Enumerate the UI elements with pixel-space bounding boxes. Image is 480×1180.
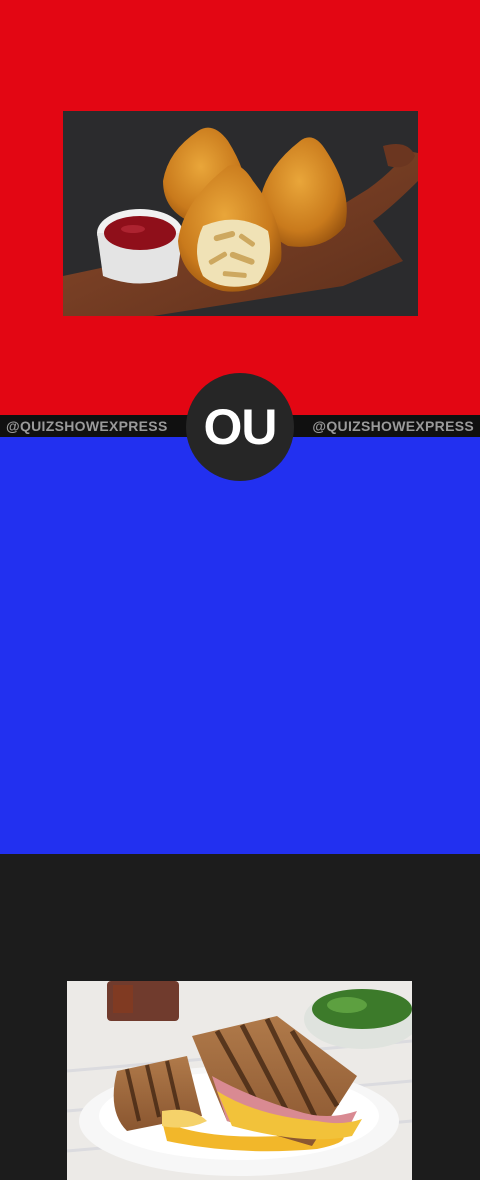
ou-badge: OU	[186, 373, 294, 481]
watermark-handle-left: @QUIZSHOWEXPRESS	[6, 418, 168, 434]
watermark-handle-right: @QUIZSHOWEXPRESS	[312, 418, 474, 434]
grilled-sandwich-image	[67, 981, 412, 1180]
coxinha-photo[interactable]	[63, 111, 418, 316]
coxinha-image	[63, 111, 418, 316]
grilled-sandwich-photo[interactable]	[67, 981, 412, 1180]
option-top-panel[interactable]	[0, 0, 480, 415]
option-bottom-panel[interactable]	[0, 437, 480, 1180]
ou-label: OU	[203, 399, 278, 455]
